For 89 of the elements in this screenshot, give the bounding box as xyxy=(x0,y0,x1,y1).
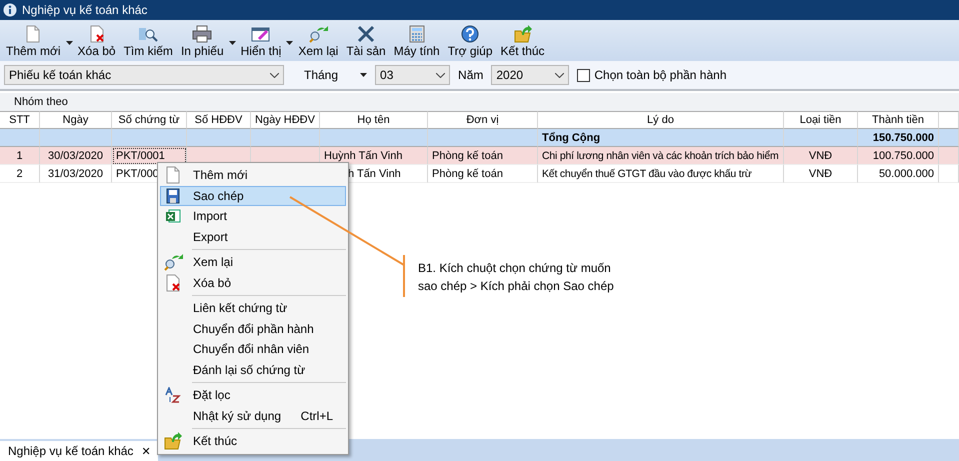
column-header[interactable]: Số chứng từ xyxy=(112,111,187,129)
folder-arrow-icon xyxy=(164,432,182,450)
menu-item[interactable]: Đặt lọc xyxy=(160,385,346,406)
delete-document-icon xyxy=(88,25,105,43)
total-amount: 150.750.000 xyxy=(858,129,939,147)
column-header[interactable]: Thành tiền xyxy=(858,111,939,129)
table-cell: Phòng kế toán xyxy=(428,165,538,183)
column-header[interactable]: Ngày HĐĐV xyxy=(251,111,320,129)
toolbar-button[interactable]: Xem lại xyxy=(294,25,342,58)
toolbar-button[interactable]: Trợ giúp xyxy=(444,25,497,58)
window-title: Nghiệp vụ kế toán khác xyxy=(22,3,148,17)
column-header[interactable]: STT xyxy=(0,111,40,129)
checkbox[interactable] xyxy=(577,68,590,82)
caret-icon xyxy=(360,73,368,77)
shortcut-label: Ctrl+L xyxy=(300,408,333,423)
close-icon[interactable]: ✕ xyxy=(141,444,150,458)
table-cell: VNĐ xyxy=(784,165,858,183)
menu-item[interactable]: Xem lại xyxy=(160,252,346,272)
toolbar-button[interactable]: Hiển thị xyxy=(236,25,286,58)
menu-item[interactable]: Chuyển đổi nhân viên xyxy=(160,339,346,360)
table-cell: 1 xyxy=(0,147,40,165)
total-label: Tổng Cộng xyxy=(538,129,784,147)
document-icon xyxy=(165,166,181,184)
table-cell xyxy=(0,129,40,147)
spreadsheet-icon xyxy=(165,208,181,224)
toolbar-button[interactable]: Thêm mới xyxy=(2,25,65,58)
a-z-sort-icon xyxy=(165,387,181,404)
magnifier-arrow-icon xyxy=(163,253,183,272)
column-header[interactable]: Số HĐĐV xyxy=(187,111,251,129)
calculator-icon xyxy=(408,25,425,43)
voucher-type-dropdown[interactable]: Phiếu kế toán khác xyxy=(4,65,284,85)
toolbar-button[interactable]: In phiếu xyxy=(176,25,228,58)
toolbar-button[interactable]: Máy tính xyxy=(390,25,444,58)
toolbar-button[interactable]: Xóa bỏ xyxy=(74,25,120,58)
chevron-down-icon[interactable] xyxy=(555,72,564,78)
window-edit-icon xyxy=(250,25,271,43)
checkbox-label: Chọn toàn bộ phần hành xyxy=(594,68,726,82)
menu-item[interactable]: Đánh lại số chứng từ xyxy=(160,360,346,380)
table-cell: 2 xyxy=(0,165,40,183)
callout-text: B1. Kích chuột chọn chứng từ muốn sao chép > Kích phải chọn Sao chép xyxy=(418,260,615,295)
month-label: Tháng xyxy=(304,68,338,82)
menu-item[interactable]: Kết thúc xyxy=(160,431,346,452)
menu-item[interactable]: Xóa bỏ xyxy=(160,272,346,293)
chevron-down-icon[interactable] xyxy=(436,72,446,78)
toolbar-button[interactable]: Tìm kiếm xyxy=(120,25,177,58)
search-icon xyxy=(138,25,158,43)
table-cell: Huỳnh Tấn Vinh xyxy=(320,147,428,165)
table-cell xyxy=(40,129,112,147)
column-header[interactable]: Lý do xyxy=(538,111,784,129)
document-tab[interactable]: Nghiệp vụ kế toán khác ✕ xyxy=(0,441,158,461)
year-label: Năm xyxy=(458,68,484,82)
toolbar-button[interactable]: Kết thúc xyxy=(496,25,549,58)
table-cell xyxy=(939,165,959,183)
menu-item[interactable]: Liên kết chứng từ xyxy=(160,298,346,318)
chevron-down-icon[interactable] xyxy=(270,72,279,78)
table-cell: VNĐ xyxy=(784,147,858,165)
table-cell: Phòng kế toán xyxy=(428,147,538,165)
document-icon xyxy=(25,25,42,43)
column-header[interactable]: Họ tên xyxy=(320,111,428,129)
toolbar-button[interactable]: Tài sản xyxy=(342,25,390,58)
column-header xyxy=(939,111,959,129)
table-cell: 31/03/2020 xyxy=(40,165,112,183)
magnifier-arrow-icon xyxy=(308,25,328,43)
table-cell: Chi phí lương nhân viên và các khoản trích bảo hiểm xyxy=(538,147,784,165)
table-cell xyxy=(187,129,251,147)
menu-item[interactable]: Nhật ký sử dụng Ctrl+L xyxy=(160,406,346,426)
table-cell: 50.000.000 xyxy=(858,165,939,183)
folder-arrow-icon xyxy=(514,25,532,43)
table-cell: PKT/0001 xyxy=(112,147,187,165)
table-cell xyxy=(251,129,320,147)
column-header[interactable]: Loại tiền xyxy=(784,111,858,129)
info-icon xyxy=(3,3,17,17)
menu-item[interactable]: Export xyxy=(160,226,346,247)
year-dropdown[interactable]: 2020 xyxy=(491,65,570,85)
printer-icon xyxy=(192,25,212,43)
column-header[interactable]: Ngày xyxy=(40,111,112,129)
group-by-bar: Nhóm theo xyxy=(0,93,959,111)
table-cell: 100.750.000 xyxy=(858,147,939,165)
table-cell xyxy=(939,129,959,147)
table-cell: Kết chuyển thuế GTGT đầu vào được khấu trừ xyxy=(538,165,784,183)
column-header[interactable]: Đơn vị xyxy=(428,111,538,129)
menu-item[interactable]: Sao chép xyxy=(160,186,346,206)
menu-item[interactable]: Import xyxy=(160,206,346,226)
table-cell: 30/03/2020 xyxy=(40,147,112,165)
menu-item[interactable]: Chuyển đổi phần hành xyxy=(160,318,346,339)
month-dropdown[interactable]: 03 xyxy=(375,65,450,85)
table-cell xyxy=(939,147,959,165)
delete-document-icon xyxy=(165,274,181,292)
help-icon xyxy=(461,25,480,43)
